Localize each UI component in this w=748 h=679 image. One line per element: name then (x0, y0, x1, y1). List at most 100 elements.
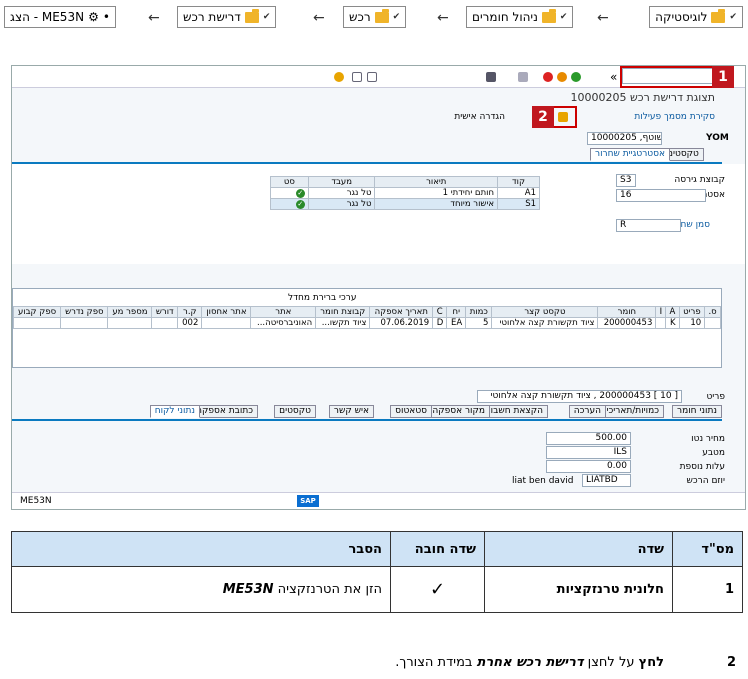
help-icon[interactable] (334, 72, 344, 82)
step-2-verb: לחץ (638, 655, 664, 670)
exit-icon[interactable] (557, 72, 567, 82)
items-col-header[interactable]: יח (446, 306, 467, 318)
sap-logo: SAP (297, 495, 319, 507)
item-cell (12, 317, 62, 329)
approvals-table: קוד תיאור מעבד סט A1 חותם יחידתי 1 טל נג… (270, 176, 540, 210)
item-cell: האוניברסיטה... (250, 317, 317, 329)
folder-icon (541, 8, 556, 23)
item-cell (201, 317, 252, 329)
doc-type: YOM (706, 133, 729, 143)
items-col-header[interactable]: פריט (678, 306, 706, 318)
items-col-header[interactable]: כמות (465, 306, 493, 318)
other-requisition-icon[interactable] (558, 112, 568, 122)
item-tab[interactable]: כתובת אספקה (191, 405, 258, 418)
extra-cost-label: עלות נוספת (679, 462, 725, 472)
item-cell: ציוד תקשורת קצה אלחוטי (491, 317, 599, 329)
items-table: ס. פריט A I חומר טקסט קצר כמות יח C תאריך אספקה קב… (12, 306, 721, 329)
price-label: מחיר נטו (691, 434, 725, 444)
release-strategy-field: 16 (616, 189, 706, 202)
step-2-end: במידת הצורך. (395, 655, 477, 670)
item-tab[interactable]: נתוני לקוח (149, 405, 200, 418)
item-label: פריט (706, 392, 725, 402)
cancel-icon[interactable] (543, 72, 553, 82)
step-2-button-name: דרישת רכש אחרת (476, 655, 584, 670)
approval-code: A1 (497, 187, 540, 199)
back-icon[interactable] (571, 72, 581, 82)
item-tab[interactable]: מקור אספקה (427, 405, 490, 418)
window-icon[interactable] (367, 72, 377, 82)
instructions-table: מס"ד שדה שדה חובה הסבר 1 חלונית טרנזקציו… (11, 531, 743, 613)
layout-icon[interactable] (352, 72, 362, 82)
items-panel: ערכי ברירת מחדל ס. פריט A I חומר טקסט קצר כמות… (12, 288, 722, 368)
item-cell (107, 317, 153, 329)
breadcrumb-materials[interactable]: ✔ ניהול חומרים (466, 6, 574, 28)
transaction-highlight (620, 66, 720, 88)
col-header-required: שדה חובה (390, 531, 485, 567)
items-col-header[interactable]: I (655, 306, 667, 318)
item-cell (704, 317, 721, 329)
release-indicator-field: R (616, 219, 681, 232)
items-col-header[interactable]: ס. (704, 306, 721, 318)
item-tab[interactable]: סטאטוס (390, 405, 432, 418)
find-icon[interactable] (486, 72, 496, 82)
items-col-header[interactable]: ספק קבוע (12, 306, 62, 318)
row-num: 1 (672, 566, 743, 613)
initiator-field: LIATBD (582, 474, 631, 487)
tab-release-strategy[interactable]: אסטרטגיית שחרור (590, 148, 670, 161)
item-tab[interactable]: טקסטים (274, 405, 316, 418)
items-col-header[interactable]: ספק נדרש (60, 306, 109, 318)
breadcrumb-requisition[interactable]: ✔ דרישת רכש (177, 6, 277, 28)
defaults-button[interactable]: ערכי ברירת מחדל (288, 293, 357, 303)
sap-page-title: תצוגת דרישת רכש 10000205 (570, 91, 715, 104)
item-tab[interactable]: איש קשר (328, 405, 374, 418)
chevron-down-icon: ✔ (559, 12, 568, 22)
currency-label: מטבע (702, 448, 725, 458)
explain-code: ME53N (222, 582, 274, 597)
items-col-header[interactable]: קבוצת חומר (315, 306, 371, 318)
breadcrumb-label: ניהול חומרים (472, 10, 538, 24)
items-col-header[interactable]: טקסט קצר (491, 306, 599, 318)
print-icon[interactable] (518, 72, 528, 82)
breadcrumb-logistics[interactable]: ✔ לוגיסטיקה (649, 6, 743, 28)
approval-row[interactable]: S1 אישור מיוחד טל נגר ✓ (270, 198, 540, 210)
approved-icon: ✓ (295, 189, 305, 198)
step-2-number: 2 (727, 655, 737, 670)
item-tab[interactable]: הערכה (568, 405, 606, 418)
items-col-header[interactable]: ק.ר (177, 306, 203, 318)
arrow-left-icon: ← (313, 10, 325, 26)
step-2-text: לחץ על לחצן דרישת רכש אחרת במידת הצורך. (395, 655, 664, 670)
expand-icon[interactable]: » (610, 70, 617, 84)
status-bar: ME53N SAP (12, 492, 745, 509)
item-cell: 002 (177, 317, 203, 329)
items-col-header[interactable]: אתר (250, 306, 317, 318)
approved-icon: ✓ (295, 200, 305, 209)
breadcrumb-label: דרישת רכש (183, 10, 241, 24)
item-tab[interactable]: הקצאת חשבון (483, 405, 548, 418)
doc-selector[interactable]: 10000205 ,ד"ר לצריכה שוטף (587, 132, 662, 145)
folder-icon (374, 8, 389, 23)
approval-row[interactable]: A1 חותם יחידתי 1 טל נגר ✓ (270, 187, 540, 199)
items-col-header[interactable]: C (432, 306, 448, 318)
items-col-header[interactable]: A (665, 306, 680, 318)
item-row[interactable]: 10 K 200000453 ציוד תקשורת קצה אלחוטי 5 EA D 07… (12, 317, 721, 329)
breadcrumb-purchasing[interactable]: ✔ רכש (343, 6, 407, 28)
currency-field: ILS (546, 446, 631, 459)
chevron-down-icon: ✔ (729, 12, 737, 22)
folder-icon (244, 8, 259, 23)
release-group-label: קבוצת גירסה (674, 175, 725, 185)
breadcrumb-me53n[interactable]: • ⚙ ME53N - הצג (4, 6, 116, 28)
initiator-name: liat ben david (512, 476, 574, 486)
chevron-down-icon: ✔ (262, 12, 271, 22)
item-tab[interactable]: נתוני חומר (672, 405, 722, 418)
items-col-header[interactable]: דורש (151, 306, 179, 318)
items-col-header[interactable]: חומר (597, 306, 657, 318)
items-col-header[interactable]: מספר מע (107, 306, 153, 318)
item-cell (655, 317, 667, 329)
item-selector[interactable]: [ 10 ] 200000453 , ציוד תקשורת קצה אלחוט… (477, 390, 682, 403)
personal-settings-button[interactable]: הגדרה אישית (454, 112, 505, 122)
items-col-header[interactable]: תאריך אספקה (369, 306, 434, 318)
item-cell: ציוד תקשו... (315, 317, 371, 329)
items-col-header[interactable]: אתר אחסון (201, 306, 252, 318)
approval-header: תיאור (374, 176, 499, 188)
close-doc-button[interactable]: סקירת מסמך פעילות (634, 112, 715, 122)
